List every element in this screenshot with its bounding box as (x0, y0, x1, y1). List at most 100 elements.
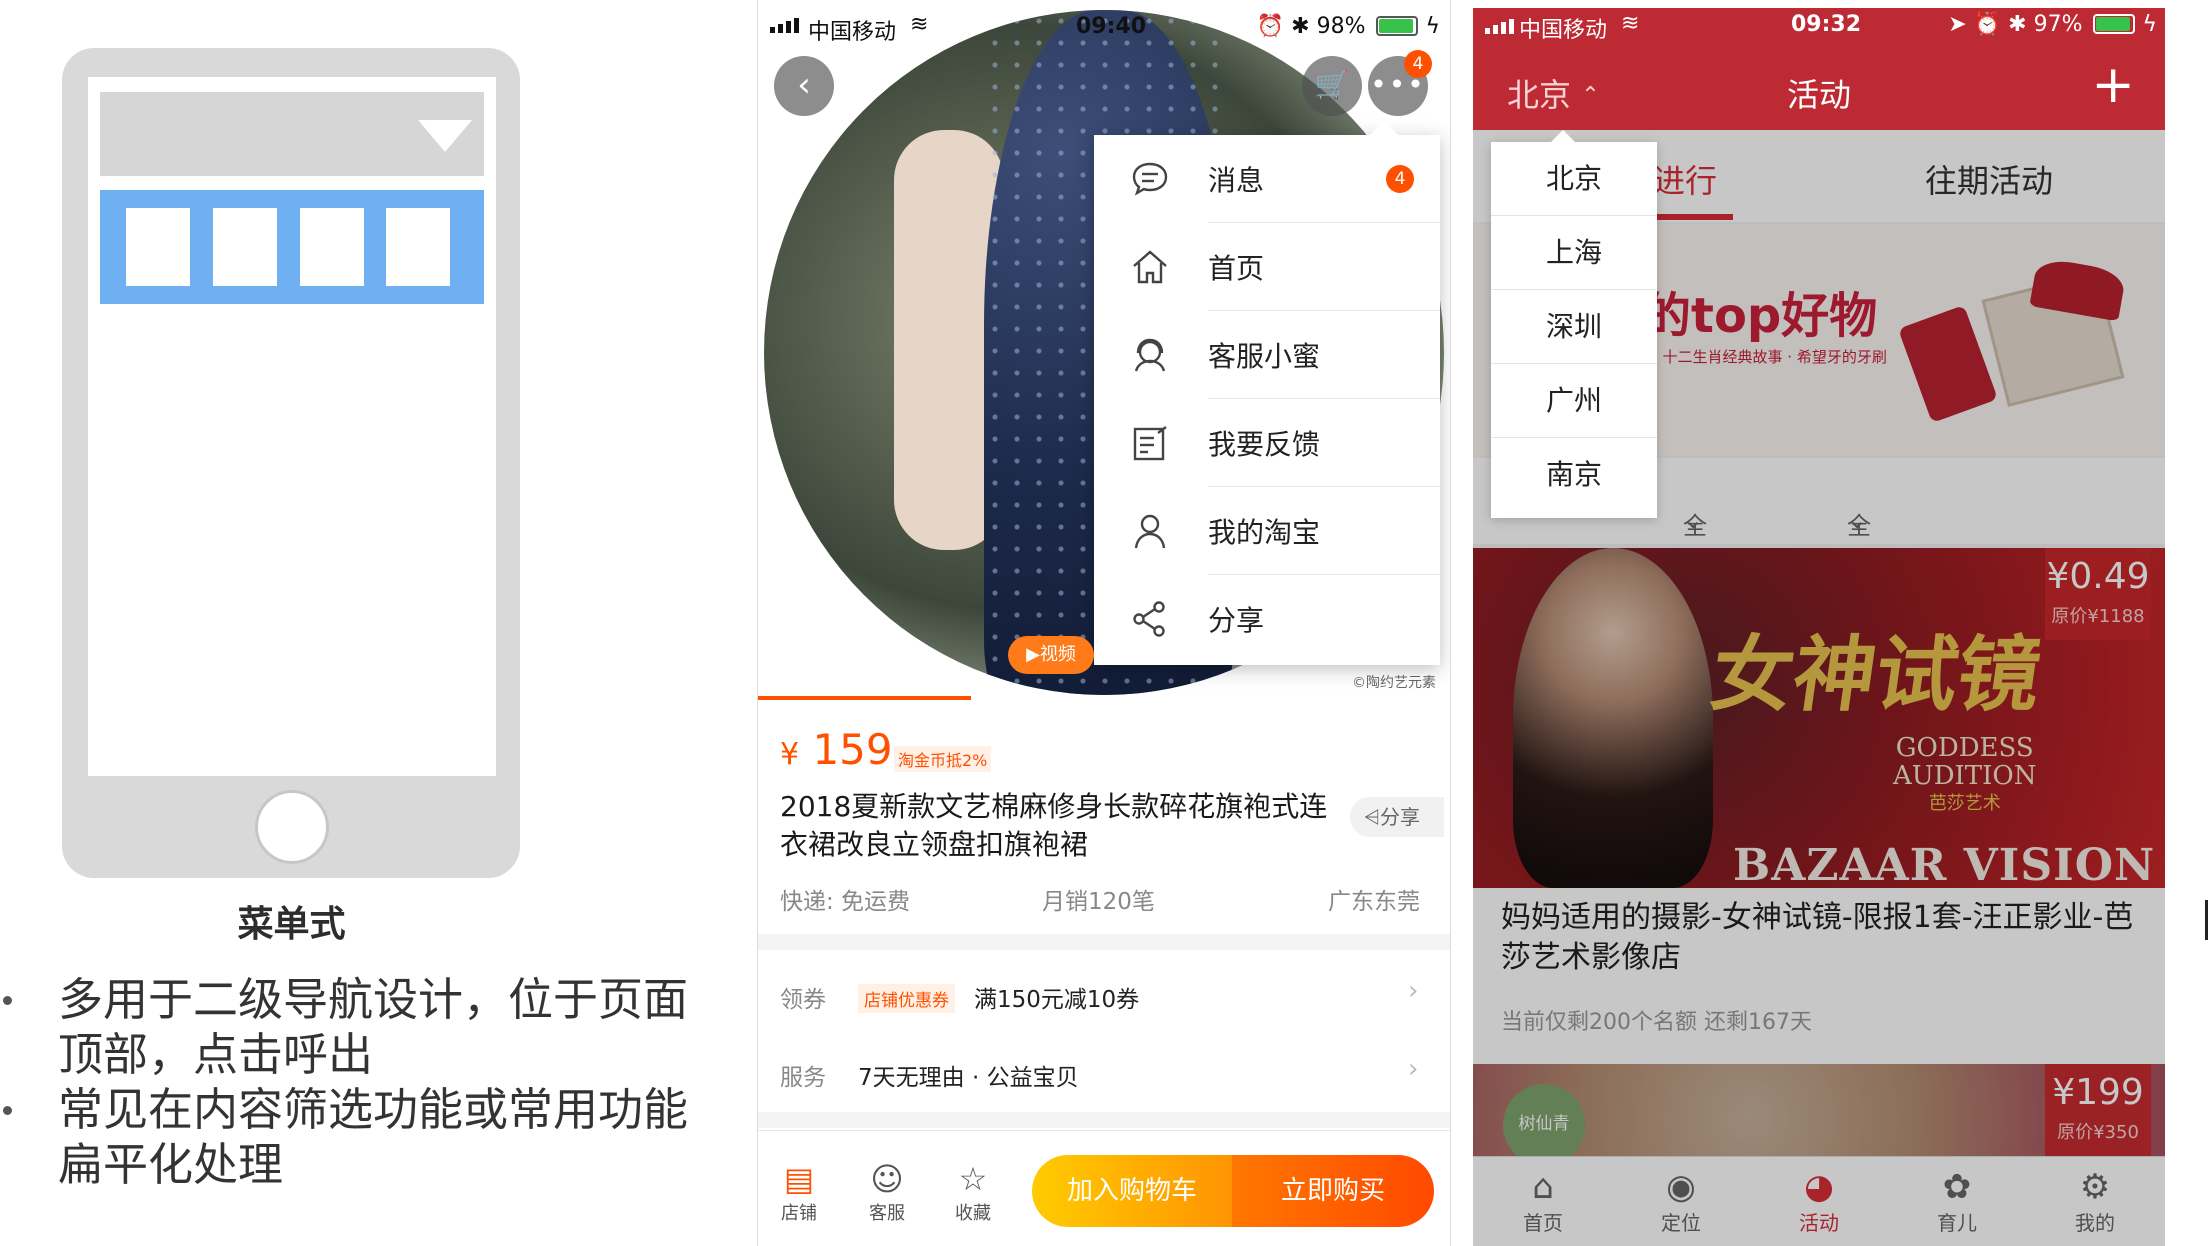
tab-activity[interactable]: ◕ 活动 (1779, 1167, 1859, 1236)
city-option[interactable]: 深圳 (1491, 290, 1657, 364)
video-button[interactable]: ▶视频 (1008, 636, 1094, 674)
goddess-text: GODDESS (1895, 733, 2034, 763)
battery-icon (2093, 14, 2136, 34)
tab-past-activities[interactable]: 往期活动 (1925, 156, 2053, 202)
cart-button[interactable]: 🛒 (1302, 56, 1362, 116)
alarm-icon: ⏰ (1256, 14, 1285, 39)
city-option[interactable]: 广州 (1491, 364, 1657, 438)
brand-badge: 树仙青 (1503, 1084, 1585, 1166)
menu-item-home[interactable]: 首页 (1094, 223, 1440, 311)
carrier-name: 中国移动 (1519, 18, 1608, 43)
signal-icon (1485, 14, 1514, 34)
favorite-tab[interactable]: ☆ 收藏 (938, 1161, 1008, 1225)
city-option[interactable]: 上海 (1491, 216, 1657, 290)
battery-percent: 98% (1316, 14, 1366, 39)
user-icon (1134, 514, 1166, 549)
menu-item-customer-service[interactable]: 客服小蜜 (1094, 311, 1440, 399)
tab-label: 我的 (2075, 1211, 2115, 1235)
menu-illustration-panel: 菜单式 多用于二级导航设计，位于页面顶部，点击呼出 常见在内容筛选功能或常用功能… (0, 0, 757, 1246)
menu-item-label: 首页 (1208, 252, 1265, 285)
activity-card-title: 妈妈适用的摄影-女神试镜-限报1套-汪正影业-芭莎艺术影像店 (1501, 900, 2134, 975)
city-option[interactable]: 北京 (1491, 142, 1657, 216)
chevron-down-icon: ⌄ (1847, 506, 1868, 534)
audition-text: AUDITION (1893, 761, 2037, 791)
original-price: 原价¥350 (2057, 1122, 2139, 1143)
tab-home[interactable]: ⌂ 首页 (1503, 1167, 1583, 1236)
home-icon (1133, 250, 1167, 284)
bluetooth-icon: ✱ (1291, 14, 1310, 39)
card-english-title: GODDESS AUDITION 芭莎艺术 (1893, 734, 2036, 818)
illustration-caption: 菜单式 (237, 904, 346, 945)
chevron-left-icon: ‹ (797, 65, 811, 105)
tab-locate[interactable]: ◉ 定位 (1641, 1167, 1721, 1236)
tab-parenting[interactable]: ✿ 育儿 (1917, 1167, 1997, 1236)
activity-card-image[interactable]: 女神试镜 GODDESS AUDITION 芭莎艺术 BAZAAR VISION… (1473, 548, 2165, 888)
coupon-text: 满150元减10券 (974, 987, 1140, 1013)
location-arrow-icon: ➤ (1948, 12, 1967, 37)
top-header: 中国移动 ≋ 09:32 ➤ ⏰ ✱ 97% ϟ 北京 ⌃ 活动 + (1473, 8, 2165, 130)
shop-icon: ▤ (783, 1160, 815, 1198)
shop-tab[interactable]: ▤ 店铺 (764, 1161, 834, 1225)
menu-item-share[interactable]: 分享 (1094, 575, 1440, 663)
share-button[interactable]: ⩤分享 (1350, 797, 1444, 837)
back-button[interactable]: ‹ (774, 56, 834, 116)
bullet-dot-icon (3, 1106, 12, 1115)
share-label: 分享 (1380, 805, 1420, 829)
product-price: ¥ 159 (780, 725, 893, 774)
city-dropdown-menu: 北京 上海 深圳 广州 南京 (1491, 130, 1657, 518)
section-divider (758, 1112, 1450, 1128)
activity-screen-panel: 中国移动 ≋ 09:32 ➤ ⏰ ✱ 97% ϟ 北京 ⌃ 活动 + 进行 往期… (1451, 0, 2208, 1246)
add-button[interactable]: + (2091, 58, 2135, 112)
menu-item-label: 我的淘宝 (1208, 516, 1321, 549)
tab-mine[interactable]: ⚙ 我的 (2055, 1167, 2135, 1236)
phone-illustration-screen (88, 77, 496, 776)
dropdown-triangle-icon (418, 120, 472, 152)
charging-icon: ϟ (1425, 14, 1440, 39)
image-tab-indicator (758, 696, 971, 700)
gear-icon: ⚙ (2079, 1167, 2111, 1207)
price-symbol: ¥ (780, 737, 800, 772)
more-dropdown-menu: 消息 4 首页 客服小蜜 我要反馈 我的淘宝 分享 (1094, 121, 1440, 665)
coupon-label: 领券 (780, 987, 826, 1013)
sale-price: ¥0.49 (2046, 556, 2150, 597)
tab-ongoing[interactable]: 进行 (1653, 156, 1717, 202)
eye-icon: ◕ (1804, 1167, 1834, 1207)
menu-item-my-taobao[interactable]: 我的淘宝 (1094, 487, 1440, 575)
bazaar-vision-text: BAZAAR VISION (1733, 840, 2156, 888)
location-pin-icon: ◉ (1666, 1167, 1696, 1207)
add-to-cart-button[interactable]: 加入购物车 (1032, 1155, 1232, 1227)
banner-subline: · 十二生肖经典故事 · 希望牙的牙刷 (1653, 348, 1887, 366)
coin-discount-tag: 淘金币抵2% (894, 746, 992, 772)
tab-label: 活动 (1799, 1211, 1839, 1235)
activity-card-subtitle: 当前仅剩200个名额 还剩167天 (1501, 1010, 1812, 1035)
service-label: 服务 (780, 1065, 826, 1091)
gift-tag-image (1898, 305, 1998, 423)
menu-cell (386, 208, 450, 286)
menu-item-feedback[interactable]: 我要反馈 (1094, 399, 1440, 487)
city-option[interactable]: 南京 (1491, 438, 1657, 512)
menu-item-message[interactable]: 消息 4 (1094, 135, 1440, 223)
service-row[interactable]: 服务 7天无理由 · 公益宝贝 › (758, 1030, 1450, 1110)
chevron-right-icon: › (1408, 1054, 1419, 1084)
bottom-action-bar: ▤ 店铺 ☺ 客服 ☆ 收藏 加入购物车 立即购买 (758, 1130, 1450, 1246)
status-right: ➤ ⏰ ✱ 97% ϟ (1948, 12, 2157, 37)
buy-now-button[interactable]: 立即购买 (1232, 1155, 1434, 1227)
status-right: ⏰ ✱ 98% ϟ (1257, 14, 1440, 39)
card-calligraphy-title: 女神试镜 (1705, 627, 2047, 723)
bluetooth-icon: ✱ (2008, 12, 2027, 37)
slide: 菜单式 多用于二级导航设计，位于页面顶部，点击呼出 常见在内容筛选功能或常用功能… (0, 0, 2208, 1246)
sprout-icon: ✿ (1942, 1167, 1972, 1207)
product-title: 2018夏新款文艺棉麻修身长款碎花旗袍式连衣裙改良立领盘扣旗袍裙 (780, 790, 1328, 861)
service-tab[interactable]: ☺ 客服 (852, 1161, 922, 1225)
model-photo (1513, 548, 1713, 888)
header-title: 活动 (1786, 76, 1851, 114)
share-icon (1133, 601, 1165, 637)
alarm-icon: ⏰ (1973, 12, 2002, 37)
home-icon: ⌂ (1532, 1167, 1554, 1207)
more-badge: 4 (1404, 50, 1432, 78)
brand-cn-text: 芭莎艺术 (1928, 793, 2001, 814)
tab-label: 定位 (1661, 1211, 1701, 1235)
service-text: 7天无理由 · 公益宝贝 (858, 1065, 1079, 1091)
taobao-product-screen: 中国移动 ≋ 09:40 ⏰ ✱ 98% ϟ ‹ 🛒 ••• 4 消息 4 首页… (757, 0, 1451, 1246)
menu-item-label: 客服小蜜 (1208, 340, 1321, 373)
